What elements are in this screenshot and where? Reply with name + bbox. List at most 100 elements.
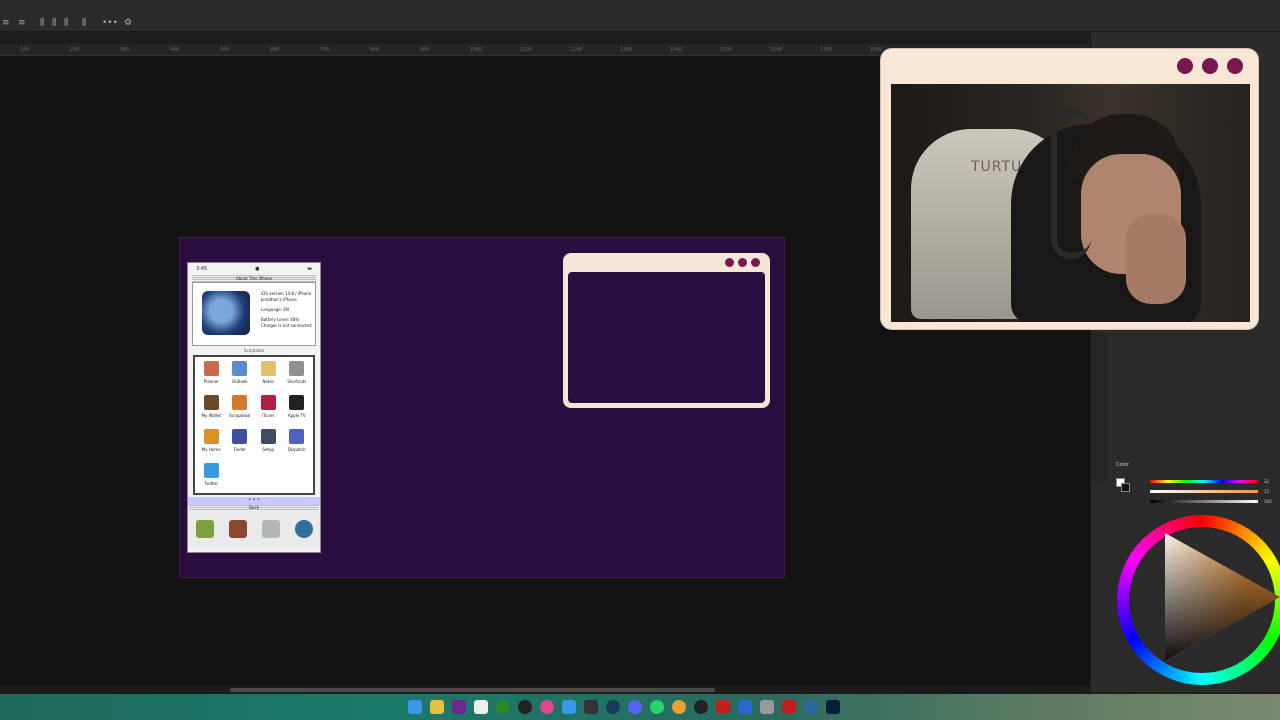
- app-icon[interactable]: [452, 700, 466, 714]
- brightness-value: 100: [1264, 499, 1272, 504]
- person-hand: [1126, 214, 1186, 304]
- about-window-title: About This iPhone: [192, 275, 316, 282]
- app-icon[interactable]: [760, 700, 774, 714]
- gear-icon[interactable]: ⚙: [124, 17, 132, 29]
- scriptable-label: Scriptable: [243, 348, 265, 353]
- options-bar: ≡ ≡ ⫼ ⫼ ⫼ ⫼ ••• ⚙: [0, 14, 1280, 32]
- app-icon[interactable]: [738, 700, 752, 714]
- scrapbook-icon: [232, 395, 248, 410]
- distribute-icon[interactable]: ⫼: [64, 17, 68, 29]
- hue-slider[interactable]: [1150, 480, 1258, 483]
- ruler-tick: 1300: [620, 47, 633, 53]
- more-icon[interactable]: •••: [102, 17, 118, 29]
- app-icon[interactable]: [694, 700, 708, 714]
- info-line: Charger is not connected: [261, 323, 312, 328]
- window-dot-icon: [725, 258, 734, 267]
- align-left-icon[interactable]: ≡: [2, 17, 10, 29]
- window-frame-graphic: [563, 253, 770, 408]
- itunes-icon: [260, 395, 276, 410]
- chrome-icon[interactable]: [672, 700, 686, 714]
- ruler-tick: 500: [220, 47, 230, 53]
- app-icon[interactable]: [540, 700, 554, 714]
- app-setup: Setup: [254, 429, 283, 463]
- app-icon[interactable]: [518, 700, 532, 714]
- planner-icon: [203, 361, 219, 376]
- app-twitter: Twitter: [197, 463, 226, 497]
- app-appletv: Apple TV: [283, 395, 312, 429]
- twitter-icon: [203, 463, 219, 478]
- saturation-slider[interactable]: [1150, 490, 1258, 493]
- app-outlook: Outlook: [226, 361, 255, 395]
- globe-icon: [202, 291, 250, 335]
- headphones: [1051, 109, 1091, 259]
- ruler-tick: 1600: [770, 47, 783, 53]
- window-dot-icon: [751, 258, 760, 267]
- app-planner: Planner: [197, 361, 226, 395]
- app-shortcuts: Shortcuts: [283, 361, 312, 395]
- photoshop-icon[interactable]: [826, 700, 840, 714]
- ruler-tick: 1100: [520, 47, 533, 53]
- webcam-dot-icon: [1202, 58, 1218, 74]
- info-line: Language: EN: [261, 307, 289, 312]
- webcam-dot-icon: [1177, 58, 1193, 74]
- window-frame-content: [568, 272, 765, 403]
- app-notes: Notes: [254, 361, 283, 395]
- color-wheel[interactable]: [1117, 515, 1280, 685]
- ruler-tick: 300: [120, 47, 130, 53]
- distribute-icon[interactable]: ⫼: [52, 17, 56, 29]
- scrollbar-thumb[interactable]: [230, 688, 715, 692]
- about-info: iOS version 14.8 / iPhone Jonathan's iPh…: [261, 291, 319, 329]
- app-icon[interactable]: [562, 700, 576, 714]
- app-icon[interactable]: [474, 700, 488, 714]
- whatsapp-icon[interactable]: [650, 700, 664, 714]
- webcam-feed: TURTUS: [891, 84, 1250, 322]
- app-finder: Finder: [226, 429, 255, 463]
- saturation-value: 15: [1264, 489, 1270, 494]
- wifi-icon: ▬: [307, 266, 312, 272]
- app-scrapbook: Scrapbook: [226, 395, 255, 429]
- photoshop-window: ≡ ≡ ⫼ ⫼ ⫼ ⫼ ••• ⚙ 100 200 300 400 500 60…: [0, 0, 1280, 720]
- apple-icon: ●: [255, 266, 260, 272]
- discord-icon[interactable]: [628, 700, 642, 714]
- windows-start-icon[interactable]: [408, 700, 422, 714]
- app-icon[interactable]: [804, 700, 818, 714]
- about-window: iOS version 14.8 / iPhone Jonathan's iPh…: [192, 282, 316, 346]
- app-icon[interactable]: [716, 700, 730, 714]
- phone-dock: [188, 511, 320, 547]
- horizontal-scrollbar[interactable]: [0, 686, 1090, 694]
- ruler-tick: 1800: [870, 47, 883, 53]
- calculator-icon: [261, 520, 280, 538]
- ruler-tick: 200: [70, 47, 80, 53]
- ruler-tick: 900: [420, 47, 430, 53]
- wallet-icon: [203, 395, 219, 410]
- outlook-icon: [232, 361, 248, 376]
- ruler-tick: 400: [170, 47, 180, 53]
- app-itunes: iTunes: [254, 395, 283, 429]
- contacts-icon: [228, 520, 247, 538]
- home-icon: [203, 429, 219, 444]
- app-icon[interactable]: [584, 700, 598, 714]
- info-line: Jonathan's iPhone: [261, 297, 297, 302]
- background-swatch[interactable]: [1121, 483, 1130, 492]
- dispatch-icon: [289, 429, 305, 444]
- color-panel-title: Color: [1116, 462, 1130, 468]
- distribute-icon[interactable]: ⫼: [82, 17, 86, 29]
- window-dot-icon: [738, 258, 747, 267]
- shortcuts-icon: [289, 361, 305, 376]
- file-explorer-icon[interactable]: [430, 700, 444, 714]
- ruler-tick: 1000: [470, 47, 483, 53]
- distribute-icon[interactable]: ⫼: [40, 17, 44, 29]
- brightness-slider[interactable]: [1150, 500, 1258, 503]
- steam-icon[interactable]: [606, 700, 620, 714]
- setup-icon: [260, 429, 276, 444]
- ruler-tick: 800: [370, 47, 380, 53]
- align-center-icon[interactable]: ≡: [18, 17, 26, 29]
- app-icon[interactable]: [782, 700, 796, 714]
- webcam-dot-icon: [1227, 58, 1243, 74]
- ruler-tick: 1700: [820, 47, 833, 53]
- page-dots: • • •: [188, 497, 320, 505]
- phone-app-icon: [195, 520, 214, 538]
- app-dispatch: Dispatch: [283, 429, 312, 463]
- xbox-icon[interactable]: [496, 700, 510, 714]
- notes-icon: [260, 361, 276, 376]
